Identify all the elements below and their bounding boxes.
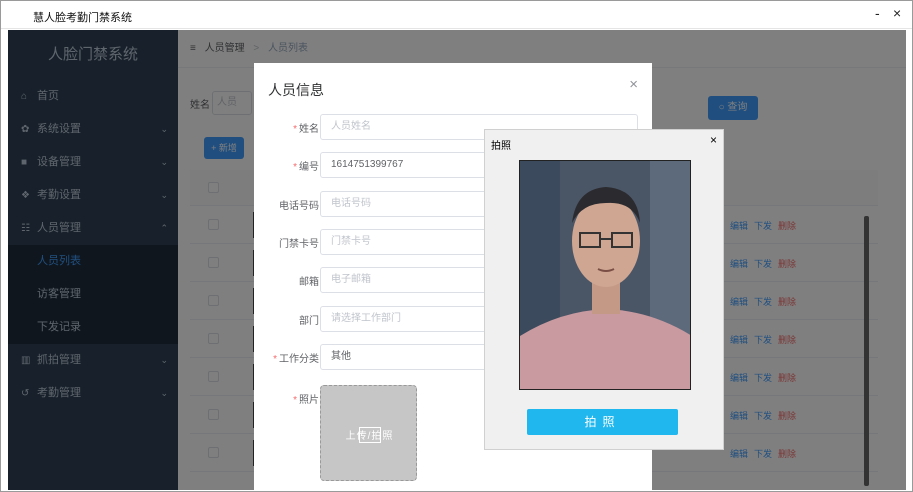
field-label: 电话号码 bbox=[279, 201, 319, 212]
photo-dialog-close-icon[interactable]: × bbox=[710, 133, 717, 147]
dialog-close-icon[interactable]: × bbox=[629, 76, 638, 93]
camera-preview bbox=[519, 160, 691, 390]
window-close-button[interactable]: × bbox=[893, 5, 901, 21]
required-marker: * bbox=[293, 162, 297, 173]
app-window: 慧人脸考勤门禁系统 - × 人脸门禁系统 ⌂首页✿系统设置⌄■设备管理⌄❖考勤设… bbox=[0, 0, 913, 492]
photo-label: * 照片 bbox=[293, 395, 319, 406]
required-marker: * bbox=[293, 124, 297, 135]
field-label: 邮箱 bbox=[299, 277, 319, 288]
photo-capture-dialog: 拍照 × 拍照 bbox=[484, 129, 724, 450]
app-content: 人脸门禁系统 ⌂首页✿系统设置⌄■设备管理⌄❖考勤设置⌄☷人员管理⌃人员列表访客… bbox=[8, 30, 906, 490]
camera-feed-image bbox=[520, 161, 690, 389]
upload-text: 上传/拍照 bbox=[345, 431, 394, 442]
minimize-button[interactable]: - bbox=[875, 5, 880, 21]
take-photo-button[interactable]: 拍照 bbox=[527, 409, 678, 435]
field-label: * 姓名 bbox=[293, 124, 319, 135]
field-label: * 编号 bbox=[293, 162, 319, 173]
photo-upload[interactable]: 上传/拍照 bbox=[320, 385, 417, 481]
window-titlebar: 慧人脸考勤门禁系统 - × bbox=[1, 1, 912, 29]
field-label: 部门 bbox=[299, 316, 319, 327]
field-label: 门禁卡号 bbox=[279, 239, 319, 250]
photo-dialog-title: 拍照 bbox=[491, 141, 511, 152]
window-title: 慧人脸考勤门禁系统 bbox=[33, 12, 132, 24]
dialog-title: 人员信息 bbox=[268, 82, 324, 98]
required-marker: * bbox=[273, 354, 277, 365]
field-label: * 工作分类 bbox=[273, 354, 319, 365]
